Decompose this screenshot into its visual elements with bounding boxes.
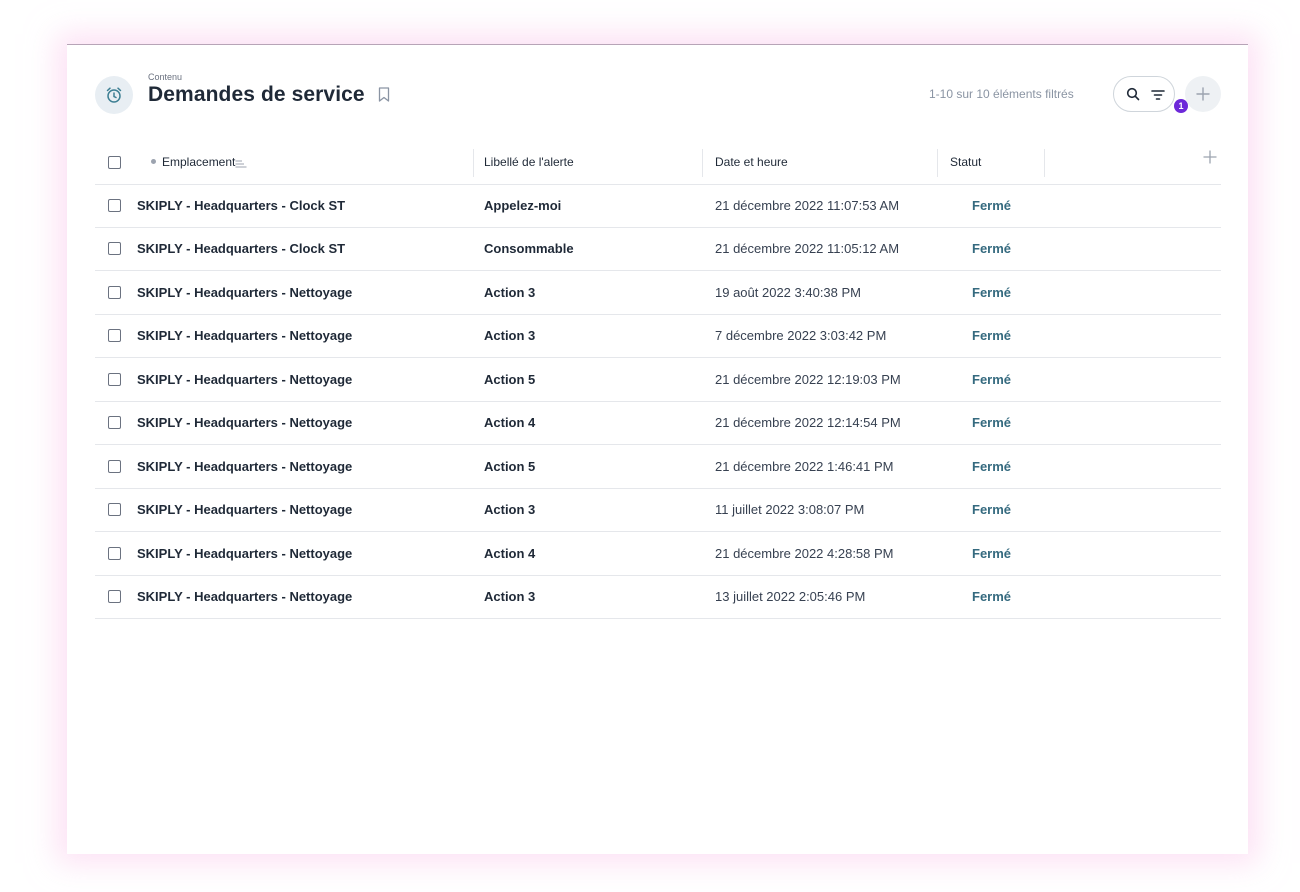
cell-alert: Action 4 (484, 546, 536, 561)
table-header: Emplacement Libellé de l'alerte Date et … (95, 141, 1221, 185)
cell-datetime: 21 décembre 2022 1:46:41 PM (715, 459, 894, 474)
table-row[interactable]: SKIPLY - Headquarters - Nettoyage Action… (95, 532, 1221, 576)
cell-datetime: 21 décembre 2022 11:07:53 AM (715, 198, 900, 213)
cell-datetime: 11 juillet 2022 3:08:07 PM (715, 502, 865, 517)
row-checkbox[interactable] (108, 373, 121, 386)
cell-status: Fermé (972, 372, 1012, 387)
cell-datetime: 7 décembre 2022 3:03:42 PM (715, 328, 887, 343)
cell-alert: Appelez-moi (484, 198, 562, 213)
table-row[interactable]: SKIPLY - Headquarters - Nettoyage Action… (95, 358, 1221, 402)
cell-location: SKIPLY - Headquarters - Nettoyage (137, 328, 353, 343)
bookmark-icon[interactable] (378, 87, 392, 103)
plus-icon (1196, 87, 1210, 101)
column-divider[interactable] (937, 149, 938, 177)
row-checkbox[interactable] (108, 199, 121, 212)
column-divider[interactable] (702, 149, 703, 177)
column-header-datetime[interactable]: Date et heure (715, 155, 788, 169)
table-row[interactable]: SKIPLY - Headquarters - Clock ST Appelez… (95, 184, 1221, 228)
cell-datetime: 21 décembre 2022 11:05:12 AM (715, 241, 900, 256)
table-row[interactable]: SKIPLY - Headquarters - Nettoyage Action… (95, 314, 1221, 358)
column-header-status[interactable]: Statut (950, 155, 981, 169)
row-checkbox[interactable] (108, 242, 121, 255)
cell-status: Fermé (972, 502, 1012, 517)
cell-alert: Action 5 (484, 459, 536, 474)
cell-location: SKIPLY - Headquarters - Nettoyage (137, 459, 353, 474)
cell-alert: Action 5 (484, 372, 536, 387)
cell-location: SKIPLY - Headquarters - Nettoyage (137, 589, 353, 604)
cell-alert: Action 3 (484, 502, 536, 517)
cell-status: Fermé (972, 546, 1012, 561)
filter-icon[interactable] (1151, 88, 1165, 106)
column-divider[interactable] (473, 149, 474, 177)
row-checkbox[interactable] (108, 286, 121, 299)
cell-alert: Consommable (484, 241, 574, 256)
table-row[interactable]: SKIPLY - Headquarters - Nettoyage Action… (95, 271, 1221, 315)
column-header-alert[interactable]: Libellé de l'alerte (484, 155, 574, 169)
row-checkbox[interactable] (108, 460, 121, 473)
cell-location: SKIPLY - Headquarters - Nettoyage (137, 415, 353, 430)
column-label: Emplacement (162, 155, 236, 169)
cell-alert: Action 3 (484, 285, 536, 300)
breadcrumb[interactable]: Contenu (148, 72, 182, 82)
row-checkbox[interactable] (108, 329, 121, 342)
cell-alert: Action 3 (484, 589, 536, 604)
column-divider[interactable] (1044, 149, 1045, 177)
cell-status: Fermé (972, 198, 1012, 213)
table-row[interactable]: SKIPLY - Headquarters - Nettoyage Action… (95, 488, 1221, 532)
add-button[interactable] (1185, 76, 1221, 112)
cell-status: Fermé (972, 241, 1012, 256)
cell-location: SKIPLY - Headquarters - Nettoyage (137, 372, 353, 387)
cell-location: SKIPLY - Headquarters - Clock ST (137, 241, 346, 256)
add-column-icon[interactable] (1203, 150, 1217, 167)
search-icon[interactable] (1126, 87, 1140, 106)
row-checkbox[interactable] (108, 416, 121, 429)
cell-location: SKIPLY - Headquarters - Nettoyage (137, 285, 353, 300)
cell-datetime: 21 décembre 2022 12:14:54 PM (715, 415, 901, 430)
search-filter-button[interactable] (1113, 76, 1175, 112)
row-checkbox[interactable] (108, 590, 121, 603)
sort-icon[interactable] (235, 157, 247, 171)
cell-status: Fermé (972, 459, 1012, 474)
table-row[interactable]: SKIPLY - Headquarters - Nettoyage Action… (95, 575, 1221, 619)
select-all-checkbox[interactable] (108, 156, 121, 169)
cell-status: Fermé (972, 328, 1012, 343)
cell-alert: Action 3 (484, 328, 536, 343)
row-checkbox[interactable] (108, 503, 121, 516)
table-row[interactable]: SKIPLY - Headquarters - Nettoyage Action… (95, 401, 1221, 445)
service-requests-panel: Contenu Demandes de service 1-10 sur 10 … (67, 44, 1248, 854)
page-title: Demandes de service (148, 83, 365, 106)
cell-location: SKIPLY - Headquarters - Nettoyage (137, 502, 353, 517)
cell-alert: Action 4 (484, 415, 536, 430)
result-count: 1-10 sur 10 éléments filtrés (929, 87, 1074, 101)
row-checkbox[interactable] (108, 547, 121, 560)
table-row[interactable]: SKIPLY - Headquarters - Clock ST Consomm… (95, 227, 1221, 271)
cell-datetime: 13 juillet 2022 2:05:46 PM (715, 589, 866, 604)
table-row[interactable]: SKIPLY - Headquarters - Nettoyage Action… (95, 445, 1221, 489)
cell-location: SKIPLY - Headquarters - Clock ST (137, 198, 346, 213)
cell-status: Fermé (972, 415, 1012, 430)
cell-status: Fermé (972, 285, 1012, 300)
sort-indicator-dot (151, 159, 156, 165)
cell-status: Fermé (972, 589, 1012, 604)
cell-datetime: 19 août 2022 3:40:38 PM (715, 285, 862, 300)
cell-datetime: 21 décembre 2022 12:19:03 PM (715, 372, 901, 387)
cell-location: SKIPLY - Headquarters - Nettoyage (137, 546, 353, 561)
alarm-clock-icon (95, 76, 133, 114)
cell-datetime: 21 décembre 2022 4:28:58 PM (715, 546, 894, 561)
column-header-location[interactable]: Emplacement (151, 155, 235, 169)
